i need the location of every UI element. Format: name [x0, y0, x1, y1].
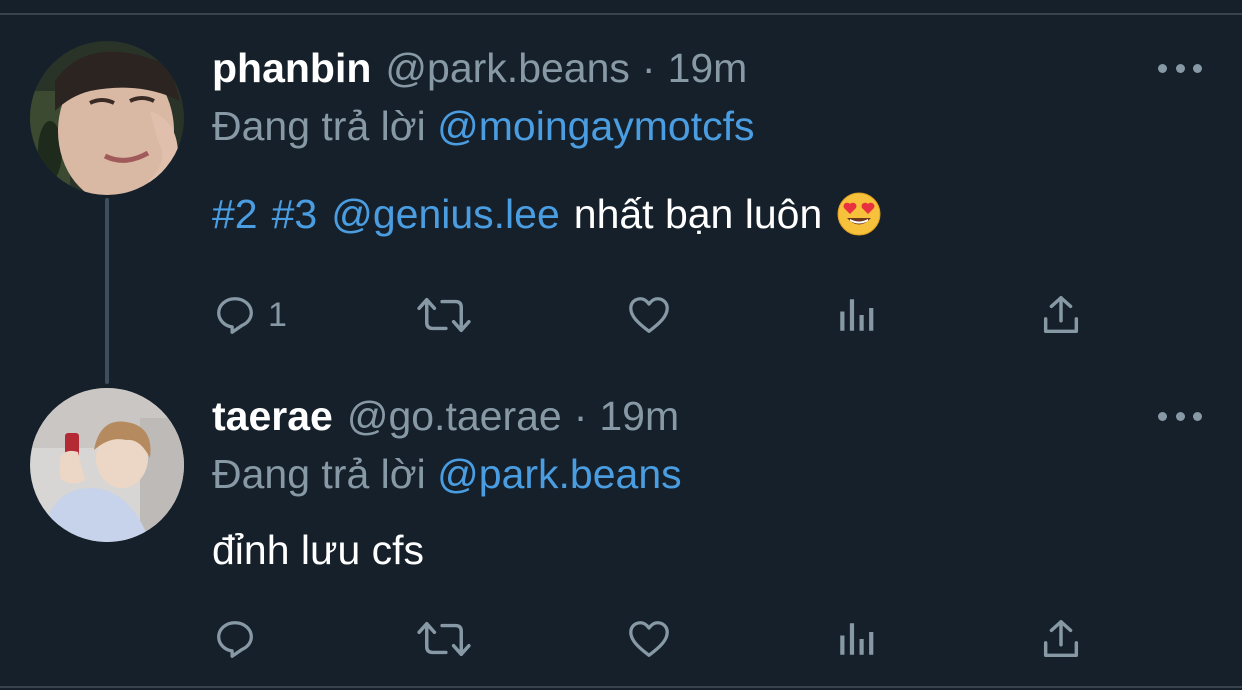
- thread-connector-line: [105, 198, 109, 384]
- user-handle[interactable]: @go.taerae: [347, 392, 562, 440]
- reply-count: 1: [268, 295, 287, 334]
- retweet-button[interactable]: [415, 614, 473, 664]
- separator-dot: ·: [573, 393, 588, 439]
- more-icon[interactable]: [1158, 58, 1202, 78]
- tweet-actions: 1: [212, 290, 1092, 340]
- share-icon: [1043, 620, 1079, 658]
- tweet-text: đỉnh lưu cfs: [212, 527, 425, 573]
- avatar-photo-taerae: [30, 388, 184, 542]
- replying-to-line: Đang trả lời @park.beans: [212, 450, 682, 498]
- avatar[interactable]: [30, 388, 184, 542]
- hashtag-link[interactable]: #2: [212, 190, 258, 238]
- replying-to-line: Đang trả lời @moingaymotcfs: [212, 102, 755, 150]
- analytics-button[interactable]: [835, 290, 877, 340]
- avatar-photo-phanbin: [30, 41, 184, 195]
- analytics-icon: [840, 299, 874, 331]
- tweet-actions: [212, 614, 1092, 664]
- tweet-body: đỉnh lưu cfs: [212, 526, 424, 574]
- tweet-header: taerae @go.taerae · 19m: [212, 392, 679, 440]
- timestamp[interactable]: 19m: [668, 44, 748, 92]
- user-handle[interactable]: @park.beans: [385, 44, 629, 92]
- like-button[interactable]: [625, 290, 673, 340]
- bottom-divider: [0, 686, 1242, 688]
- mention-link[interactable]: @genius.lee: [331, 190, 560, 238]
- retweet-icon: [417, 621, 471, 657]
- top-divider: [0, 13, 1242, 15]
- replying-prefix: Đang trả lời: [212, 103, 426, 149]
- hashtag-link[interactable]: #3: [272, 190, 318, 238]
- replying-to-mention[interactable]: @park.beans: [437, 451, 681, 497]
- reply-icon: [217, 297, 253, 334]
- analytics-icon: [840, 623, 874, 655]
- replying-prefix: Đang trả lời: [212, 451, 426, 497]
- more-icon[interactable]: [1158, 406, 1202, 426]
- reply-button[interactable]: [212, 614, 268, 664]
- heart-eyes-emoji: [837, 192, 881, 236]
- share-button[interactable]: [1038, 614, 1084, 664]
- display-name[interactable]: taerae: [212, 392, 333, 440]
- like-icon: [629, 297, 669, 333]
- share-icon: [1043, 296, 1079, 334]
- reply-icon: [217, 621, 253, 658]
- retweet-icon: [417, 297, 471, 333]
- like-icon: [629, 621, 669, 657]
- like-button[interactable]: [625, 614, 673, 664]
- analytics-button[interactable]: [835, 614, 877, 664]
- tweet-header: phanbin @park.beans · 19m: [212, 44, 747, 92]
- display-name[interactable]: phanbin: [212, 44, 371, 92]
- reply-button[interactable]: 1: [212, 290, 287, 340]
- retweet-button[interactable]: [415, 290, 473, 340]
- separator-dot: ·: [641, 45, 656, 91]
- tweet-text: nhất bạn luôn: [573, 191, 823, 237]
- replying-to-mention[interactable]: @moingaymotcfs: [437, 103, 754, 149]
- share-button[interactable]: [1038, 290, 1084, 340]
- tweet-body: #2 #3 @genius.lee nhất bạn luôn: [212, 190, 882, 238]
- avatar[interactable]: [30, 41, 184, 195]
- timestamp[interactable]: 19m: [599, 392, 679, 440]
